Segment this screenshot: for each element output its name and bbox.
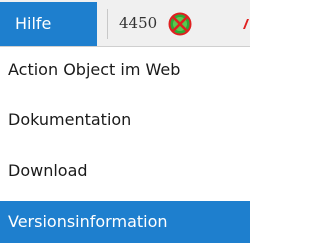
help-dropdown-menu: Action Object im Web Dokumentation Downl… — [0, 47, 250, 246]
menu-separator — [107, 9, 108, 39]
menu-item-action-object-im-web[interactable]: Action Object im Web — [0, 49, 250, 91]
menu-item-dokumentation[interactable]: Dokumentation — [0, 99, 250, 141]
menu-item-download[interactable]: Download — [0, 150, 250, 192]
menu-hilfe[interactable]: Hilfe — [0, 2, 97, 46]
menu-bar: Hilfe 4450 — [0, 0, 250, 47]
cut-off-icon — [243, 19, 249, 29]
menu-item-versionsinformation[interactable]: Versionsinformation — [0, 201, 250, 243]
object-counter: 4450 — [119, 14, 158, 32]
status-icon[interactable] — [168, 12, 192, 36]
